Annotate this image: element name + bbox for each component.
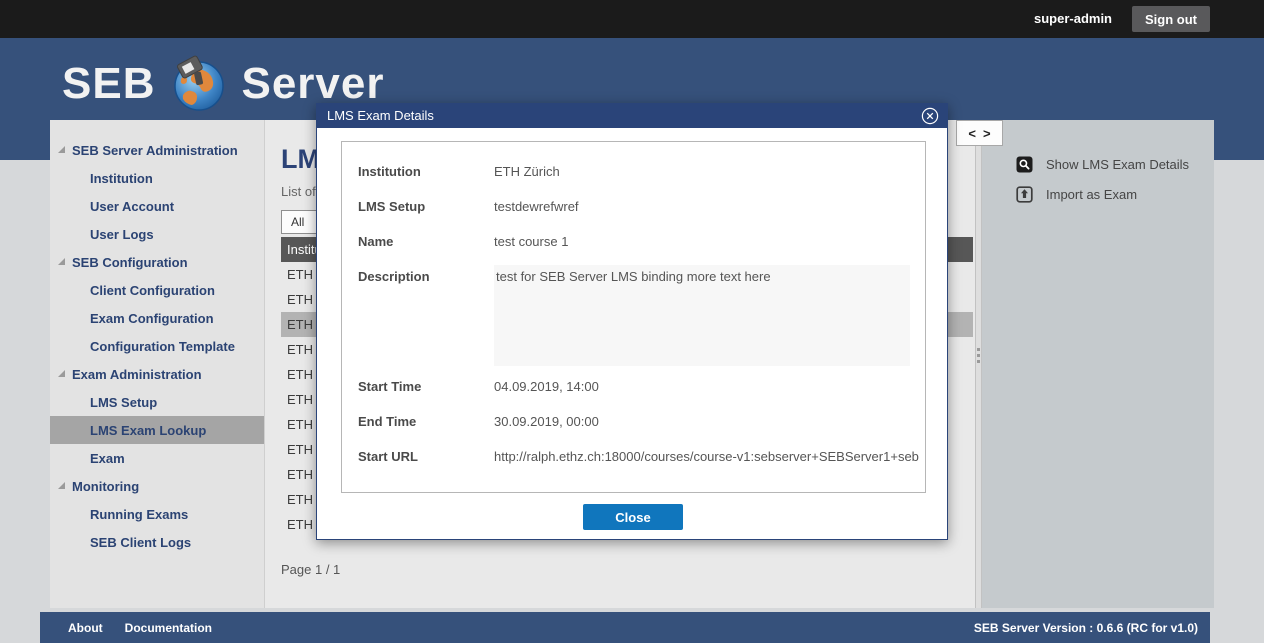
sidebar-item-label: Exam Administration bbox=[72, 367, 202, 382]
sidebar-item-label: Configuration Template bbox=[90, 339, 235, 354]
sidebar-item-exam-configuration[interactable]: Exam Configuration bbox=[50, 304, 264, 332]
sidebar-nav: SEB Server Administration Institution User… bbox=[50, 120, 265, 608]
documentation-link[interactable]: Documentation bbox=[125, 621, 212, 635]
action-label: Show LMS Exam Details bbox=[1046, 157, 1189, 172]
sidebar-item-configuration-template[interactable]: Configuration Template bbox=[50, 332, 264, 360]
expand-panel-icon[interactable]: > bbox=[983, 127, 991, 140]
sidebar-item-user-account[interactable]: User Account bbox=[50, 192, 264, 220]
page-subtitle: List of bbox=[281, 184, 316, 199]
topbar: super-admin Sign out bbox=[0, 0, 1264, 38]
sidebar-item-seb-client-logs[interactable]: SEB Client Logs bbox=[50, 528, 264, 556]
sidebar-item-label: SEB Server Administration bbox=[72, 143, 238, 158]
field-value-lms-setup: testdewrefwref bbox=[494, 199, 909, 214]
username: super-admin bbox=[1034, 11, 1112, 26]
sidebar-item-lms-setup[interactable]: LMS Setup bbox=[50, 388, 264, 416]
action-panel: Show LMS Exam Details Import as Exam bbox=[982, 120, 1214, 608]
sidebar-item-exam[interactable]: Exam bbox=[50, 444, 264, 472]
sidebar-item-label: User Account bbox=[90, 199, 174, 214]
sidebar-item-client-configuration[interactable]: Client Configuration bbox=[50, 276, 264, 304]
sidebar-item-seb-configuration[interactable]: SEB Configuration bbox=[50, 248, 264, 276]
sign-out-button[interactable]: Sign out bbox=[1132, 6, 1210, 32]
sidebar-item-seb-server-administration[interactable]: SEB Server Administration bbox=[50, 136, 264, 164]
field-label-lms-setup: LMS Setup bbox=[358, 199, 488, 214]
field-value-start-url: http://ralph.ethz.ch:18000/courses/cours… bbox=[494, 449, 909, 464]
sidebar-item-label: LMS Exam Lookup bbox=[90, 423, 206, 438]
panel-splitter[interactable] bbox=[975, 120, 982, 608]
footer: About Documentation SEB Server Version :… bbox=[40, 612, 1210, 643]
sidebar-item-label: Monitoring bbox=[72, 479, 139, 494]
field-label-name: Name bbox=[358, 234, 488, 249]
field-label-institution: Institution bbox=[358, 164, 488, 179]
sidebar-item-running-exams[interactable]: Running Exams bbox=[50, 500, 264, 528]
logo-text-seb: SEB bbox=[62, 59, 155, 109]
footer-links: About Documentation bbox=[68, 612, 212, 643]
sidebar-item-label: LMS Setup bbox=[90, 395, 157, 410]
version-text: SEB Server Version : 0.6.6 (RC for v1.0) bbox=[974, 612, 1198, 643]
dialog-titlebar: LMS Exam Details bbox=[317, 104, 947, 128]
close-icon[interactable] bbox=[921, 107, 939, 125]
action-label: Import as Exam bbox=[1046, 187, 1137, 202]
sidebar-item-label: Exam bbox=[90, 451, 125, 466]
sidebar-item-label: User Logs bbox=[90, 227, 154, 242]
magnifier-icon bbox=[1016, 156, 1033, 173]
sidebar-item-label: Client Configuration bbox=[90, 283, 215, 298]
sidebar-item-label: Institution bbox=[90, 171, 153, 186]
sidebar-item-institution[interactable]: Institution bbox=[50, 164, 264, 192]
sidebar-item-label: SEB Configuration bbox=[72, 255, 188, 270]
tree-expand-icon[interactable] bbox=[58, 146, 65, 153]
dialog-fields: Institution ETH Zürich LMS Setup testdewref… bbox=[341, 141, 926, 493]
field-label-start-time: Start Time bbox=[358, 379, 488, 394]
field-label-end-time: End Time bbox=[358, 414, 488, 429]
field-label-start-url: Start URL bbox=[358, 449, 488, 464]
action-panel-toggle: < > bbox=[956, 120, 1003, 146]
field-value-end-time: 30.09.2019, 00:00 bbox=[494, 414, 909, 429]
sidebar-item-label: Running Exams bbox=[90, 507, 188, 522]
sidebar-item-lms-exam-lookup[interactable]: LMS Exam Lookup bbox=[50, 416, 264, 444]
tree-expand-icon[interactable] bbox=[58, 258, 65, 265]
field-label-description: Description bbox=[358, 269, 488, 284]
tree-expand-icon[interactable] bbox=[58, 482, 65, 489]
sidebar-item-user-logs[interactable]: User Logs bbox=[50, 220, 264, 248]
dialog-title: LMS Exam Details bbox=[327, 108, 434, 123]
splitter-grip-icon bbox=[977, 348, 980, 351]
field-value-start-time: 04.09.2019, 14:00 bbox=[494, 379, 909, 394]
import-icon bbox=[1016, 186, 1033, 203]
sidebar-item-label: Exam Configuration bbox=[90, 311, 214, 326]
sidebar-item-monitoring[interactable]: Monitoring bbox=[50, 472, 264, 500]
globe-logo-icon bbox=[169, 55, 227, 113]
sidebar-item-exam-administration[interactable]: Exam Administration bbox=[50, 360, 264, 388]
collapse-panel-icon[interactable]: < bbox=[968, 127, 976, 140]
lms-exam-details-dialog: LMS Exam Details Institution ETH Zürich LM… bbox=[316, 103, 948, 540]
pagination: Page 1 / 1 bbox=[281, 562, 340, 577]
about-link[interactable]: About bbox=[68, 621, 103, 635]
field-value-institution: ETH Zürich bbox=[494, 164, 909, 179]
import-as-exam-action[interactable]: Import as Exam bbox=[1016, 186, 1214, 203]
show-lms-exam-details-action[interactable]: Show LMS Exam Details bbox=[1016, 156, 1214, 173]
field-value-name: test course 1 bbox=[494, 234, 909, 249]
sidebar-item-label: SEB Client Logs bbox=[90, 535, 191, 550]
field-value-description: test for SEB Server LMS binding more tex… bbox=[494, 265, 910, 366]
logo-text-server: Server bbox=[241, 59, 384, 109]
close-button[interactable]: Close bbox=[583, 504, 683, 530]
tree-expand-icon[interactable] bbox=[58, 370, 65, 377]
